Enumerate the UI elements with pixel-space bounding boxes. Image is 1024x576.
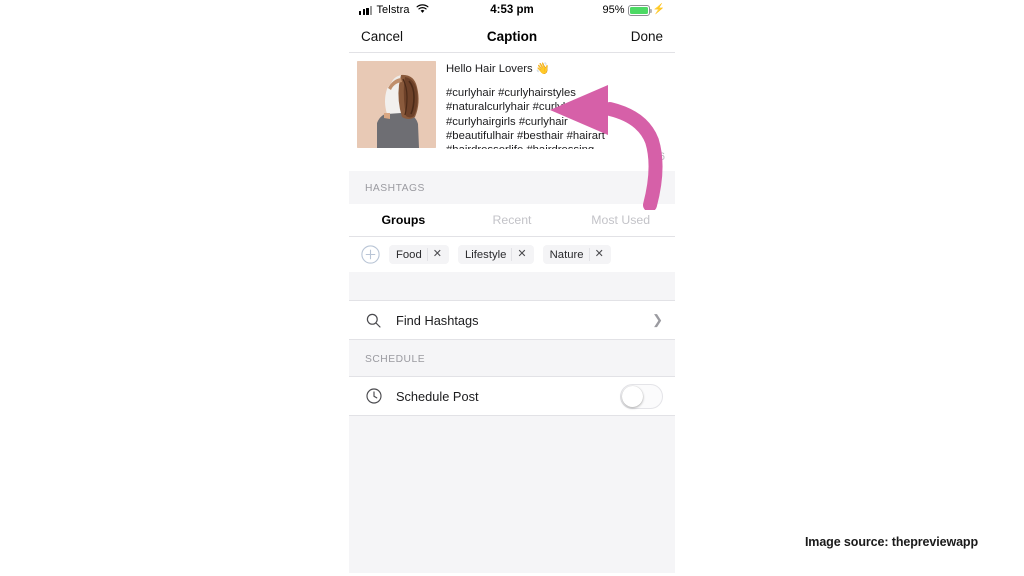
find-hashtags-label: Find Hashtags bbox=[396, 312, 479, 328]
caption-editor[interactable]: Hello Hair Lovers 👋 #curlyhair #curlyhai… bbox=[349, 53, 675, 149]
cancel-button[interactable]: Cancel bbox=[361, 29, 403, 44]
group-chip-label: Nature bbox=[549, 248, 584, 261]
caption-hashtag-line: #curlyhair #curlyhairstyles bbox=[446, 87, 576, 100]
close-icon[interactable]: ✕ bbox=[426, 248, 447, 261]
schedule-post-row[interactable]: Schedule Post bbox=[349, 377, 675, 415]
group-chip-label: Food bbox=[396, 248, 422, 261]
hashtag-groups-row: Food ✕ Lifestyle ✕ Nature ✕ bbox=[349, 237, 675, 272]
find-hashtags-right: ❯ bbox=[652, 312, 663, 328]
schedule-post-right bbox=[620, 383, 663, 409]
group-chip-food[interactable]: Food ✕ bbox=[389, 245, 449, 264]
phone-screen: Telstra 4:53 pm 95% ⚡ Cancel Caption Don… bbox=[349, 0, 675, 576]
hashtag-count: 16 bbox=[652, 151, 665, 163]
group-chip-lifestyle[interactable]: Lifestyle ✕ bbox=[457, 245, 534, 264]
carrier-label: Telstra bbox=[376, 4, 410, 16]
close-icon[interactable]: ✕ bbox=[511, 248, 531, 261]
search-icon bbox=[365, 312, 382, 329]
caption-hashtag-line: #curlyhairgirls #curlyhair bbox=[446, 115, 568, 128]
plus-circle-icon[interactable] bbox=[361, 245, 380, 264]
schedule-post-label: Schedule Post bbox=[396, 388, 479, 404]
hashtag-counter-strip: 16 bbox=[349, 149, 675, 171]
caption-body[interactable]: Hello Hair Lovers 👋 #curlyhair #curlyhai… bbox=[446, 61, 665, 149]
toggle-knob bbox=[622, 385, 643, 407]
group-chip-nature[interactable]: Nature ✕ bbox=[542, 245, 611, 264]
tab-most-used[interactable]: Most Used bbox=[566, 204, 675, 236]
status-bar-right: 95% ⚡ bbox=[603, 4, 665, 16]
chevron-right-icon[interactable]: ❯ bbox=[652, 312, 663, 328]
hashtag-tabs: Groups Recent Most Used bbox=[349, 204, 675, 236]
caption-title-line: Hello Hair Lovers 👋 bbox=[446, 63, 550, 75]
schedule-post-toggle[interactable] bbox=[620, 383, 663, 409]
status-bar-left: Telstra bbox=[359, 3, 429, 17]
status-bar: Telstra 4:53 pm 95% ⚡ bbox=[349, 0, 675, 20]
post-thumbnail[interactable] bbox=[357, 61, 436, 148]
caption-hashtag-line: #naturalcurlyhair #curlyhairgoals bbox=[446, 101, 609, 114]
bottom-filler bbox=[349, 416, 675, 573]
done-button[interactable]: Done bbox=[631, 29, 663, 44]
spacer-band bbox=[349, 272, 675, 300]
group-chip-label: Lifestyle bbox=[464, 248, 507, 261]
signal-bars-icon bbox=[359, 5, 373, 15]
tab-recent[interactable]: Recent bbox=[458, 204, 567, 236]
close-icon[interactable]: ✕ bbox=[588, 248, 609, 261]
hashtags-section-header: HASHTAGS bbox=[349, 171, 675, 204]
image-source-credit: Image source: thepreviewapp bbox=[804, 535, 978, 549]
tab-groups[interactable]: Groups bbox=[349, 204, 458, 236]
charging-bolt-icon: ⚡ bbox=[652, 4, 665, 15]
schedule-section-header: SCHEDULE bbox=[349, 340, 675, 376]
caption-hashtag-line: #beautifulhair #besthair #hairart bbox=[446, 129, 605, 142]
battery-icon bbox=[627, 4, 652, 16]
caption-hashtag-lines: #curlyhair #curlyhairstyles #naturalcurl… bbox=[446, 86, 665, 149]
clock-icon bbox=[365, 388, 382, 405]
battery-percent-label: 95% bbox=[602, 4, 625, 16]
wifi-icon bbox=[416, 3, 429, 17]
navigation-bar: Cancel Caption Done bbox=[349, 20, 675, 52]
find-hashtags-row[interactable]: Find Hashtags ❯ bbox=[349, 301, 675, 339]
